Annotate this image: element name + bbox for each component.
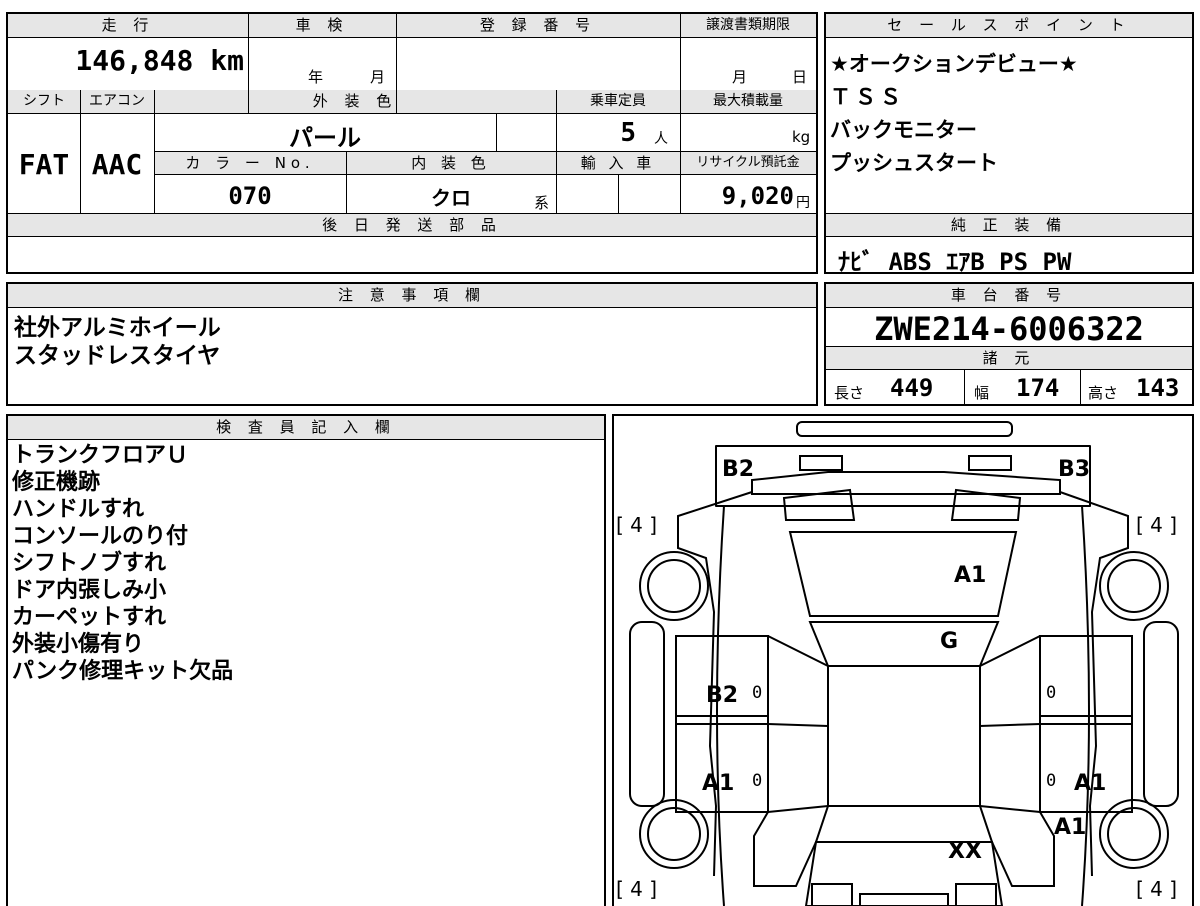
import-label: 輸 入 車: [580, 154, 656, 172]
notes-box: 注 意 事 項 欄 社外アルミホイール スタッドレスタイヤ: [6, 282, 818, 406]
width-value: 174: [1016, 374, 1060, 402]
inspection-month: 月: [370, 68, 386, 86]
sales-point-item: ＴＳＳ: [830, 85, 905, 109]
interior-color-suffix: 系: [534, 194, 550, 212]
shift-label: シフト: [23, 93, 65, 109]
sales-point-item: プッシュスタート: [830, 151, 998, 175]
mileage-label: 走 行: [101, 16, 155, 34]
recycle-unit: 円: [796, 195, 810, 211]
car-outline-diagram: B2 B3 [ 4 ] [ 4 ] [ 4 ] [ 4 ] A1 G B2 A1…: [616, 421, 1179, 906]
inspection-year: 年: [308, 68, 324, 86]
max-load-label: 最大積載量: [713, 93, 783, 109]
max-load-unit: kg: [792, 128, 811, 146]
inspection-label: 車 検: [295, 16, 349, 34]
equipment-value: ﾅﾋﾞ ABS ｴｱB PS PW: [838, 248, 1072, 276]
grade-rear-glass: G: [940, 629, 958, 654]
inspector-item: 外装小傷有り: [12, 632, 145, 657]
recycle-value: 9,020: [721, 182, 794, 210]
zero-marker: 0: [1046, 771, 1056, 791]
label-b2-rear-left: B2: [722, 457, 754, 482]
ac-label: エアコン: [89, 93, 145, 109]
chassis-value: ZWE214-6006322: [874, 310, 1144, 348]
inspector-list: トランクフロアＵ 修正機跡 ハンドルすれ コンソールのり付 シフトノブすれ ドア…: [12, 442, 233, 685]
color-no-value: 070: [228, 182, 272, 210]
inspector-item: ドア内張しみ小: [12, 578, 167, 603]
sales-points-label: セ ー ル ス ポ イ ン ト: [826, 14, 1192, 38]
capacity-value: 5: [620, 118, 636, 148]
height-label: 高さ: [1088, 384, 1119, 402]
capacity-unit: 人: [654, 131, 668, 147]
sales-point-item: ★オークションデビュー★: [830, 52, 1078, 76]
ac-value: AAC: [91, 148, 143, 181]
specs-label: 諸 元: [826, 346, 1192, 370]
transfer-day: 日: [792, 68, 808, 86]
equipment-label: 純 正 装 備: [826, 213, 1192, 237]
note-item: スタッドレスタイヤ: [14, 343, 221, 369]
exterior-color-value: パール: [289, 124, 361, 152]
inspector-label: 検 査 員 記 入 欄: [8, 416, 604, 440]
zero-marker: 0: [752, 683, 762, 703]
inspector-item: パンク修理キット欠品: [12, 659, 234, 684]
grade-door-right-rear: A1: [1074, 771, 1106, 796]
inspector-item: ハンドルすれ: [12, 497, 145, 522]
mileage-unit: km: [210, 44, 244, 77]
recycle-label: リサイクル預託金: [696, 155, 800, 170]
color-no-label: カ ラ ー No.: [185, 154, 315, 172]
inspector-item: トランクフロアＵ: [12, 443, 189, 468]
inspector-item: カーペットすれ: [12, 605, 167, 630]
transfer-month: 月: [732, 68, 748, 86]
sales-points-box: セ ー ル ス ポ イ ン ト ★オークションデビュー★ ＴＳＳ バックモニター…: [824, 12, 1194, 276]
length-value: 449: [890, 374, 934, 402]
inspector-item: シフトノブすれ: [12, 551, 167, 576]
interior-color-value: クロ: [431, 186, 471, 210]
shift-value: FAT: [18, 148, 70, 181]
width-label: 幅: [974, 384, 990, 402]
sales-points-list: ★オークションデビュー★ ＴＳＳ バックモニター プッシュスタート: [830, 48, 1078, 180]
interior-color-label: 内 装 色: [411, 154, 491, 172]
label-b3-rear-right: B3: [1058, 457, 1090, 482]
tread-depth-rear-left: [ 4 ]: [616, 513, 657, 537]
grade-hood: XX: [948, 839, 982, 864]
vehicle-info-table: 走 行 車 検 登 録 番 号 譲渡書類期限 146,848 km 年 月 月 …: [6, 12, 818, 274]
inspector-item: 修正機跡: [12, 470, 101, 495]
grade-fender-right: A1: [1054, 815, 1086, 840]
length-label: 長さ: [834, 384, 865, 402]
notes-label: 注 意 事 項 欄: [8, 284, 816, 308]
inspector-item: コンソールのり付: [12, 524, 189, 549]
zero-marker: 0: [1046, 683, 1056, 703]
exterior-color-label: 外 装 色: [312, 92, 398, 110]
transfer-label: 譲渡書類期限: [706, 17, 790, 33]
notes-list: 社外アルミホイール スタッドレスタイヤ: [14, 314, 221, 370]
inspector-box: 検 査 員 記 入 欄 トランクフロアＵ 修正機跡 ハンドルすれ コンソールのり…: [6, 414, 606, 906]
registration-label: 登 録 番 号: [479, 16, 597, 34]
capacity-label: 乗車定員: [590, 93, 646, 109]
grade-door-left-rear: A1: [702, 771, 734, 796]
tread-depth-front-left: [ 4 ]: [616, 877, 657, 901]
mileage-value: 146,848: [75, 44, 194, 77]
tread-depth-front-right: [ 4 ]: [1136, 877, 1177, 901]
grade-door-left-front: B2: [706, 683, 738, 708]
damage-diagram-box: B2 B3 [ 4 ] [ 4 ] [ 4 ] [ 4 ] A1 G B2 A1…: [612, 414, 1194, 906]
parts-later-label: 後 日 発 送 部 品: [322, 216, 502, 234]
grade-trunk: A1: [954, 563, 986, 588]
chassis-box: 車 台 番 号 ZWE214-6006322 諸 元 長さ 449 幅 174 …: [824, 282, 1194, 406]
tread-depth-rear-right: [ 4 ]: [1136, 513, 1177, 537]
zero-marker: 0: [752, 771, 762, 791]
height-value: 143: [1136, 374, 1180, 402]
sales-point-item: バックモニター: [830, 118, 977, 142]
note-item: 社外アルミホイール: [14, 315, 221, 341]
chassis-label: 車 台 番 号: [826, 284, 1192, 308]
